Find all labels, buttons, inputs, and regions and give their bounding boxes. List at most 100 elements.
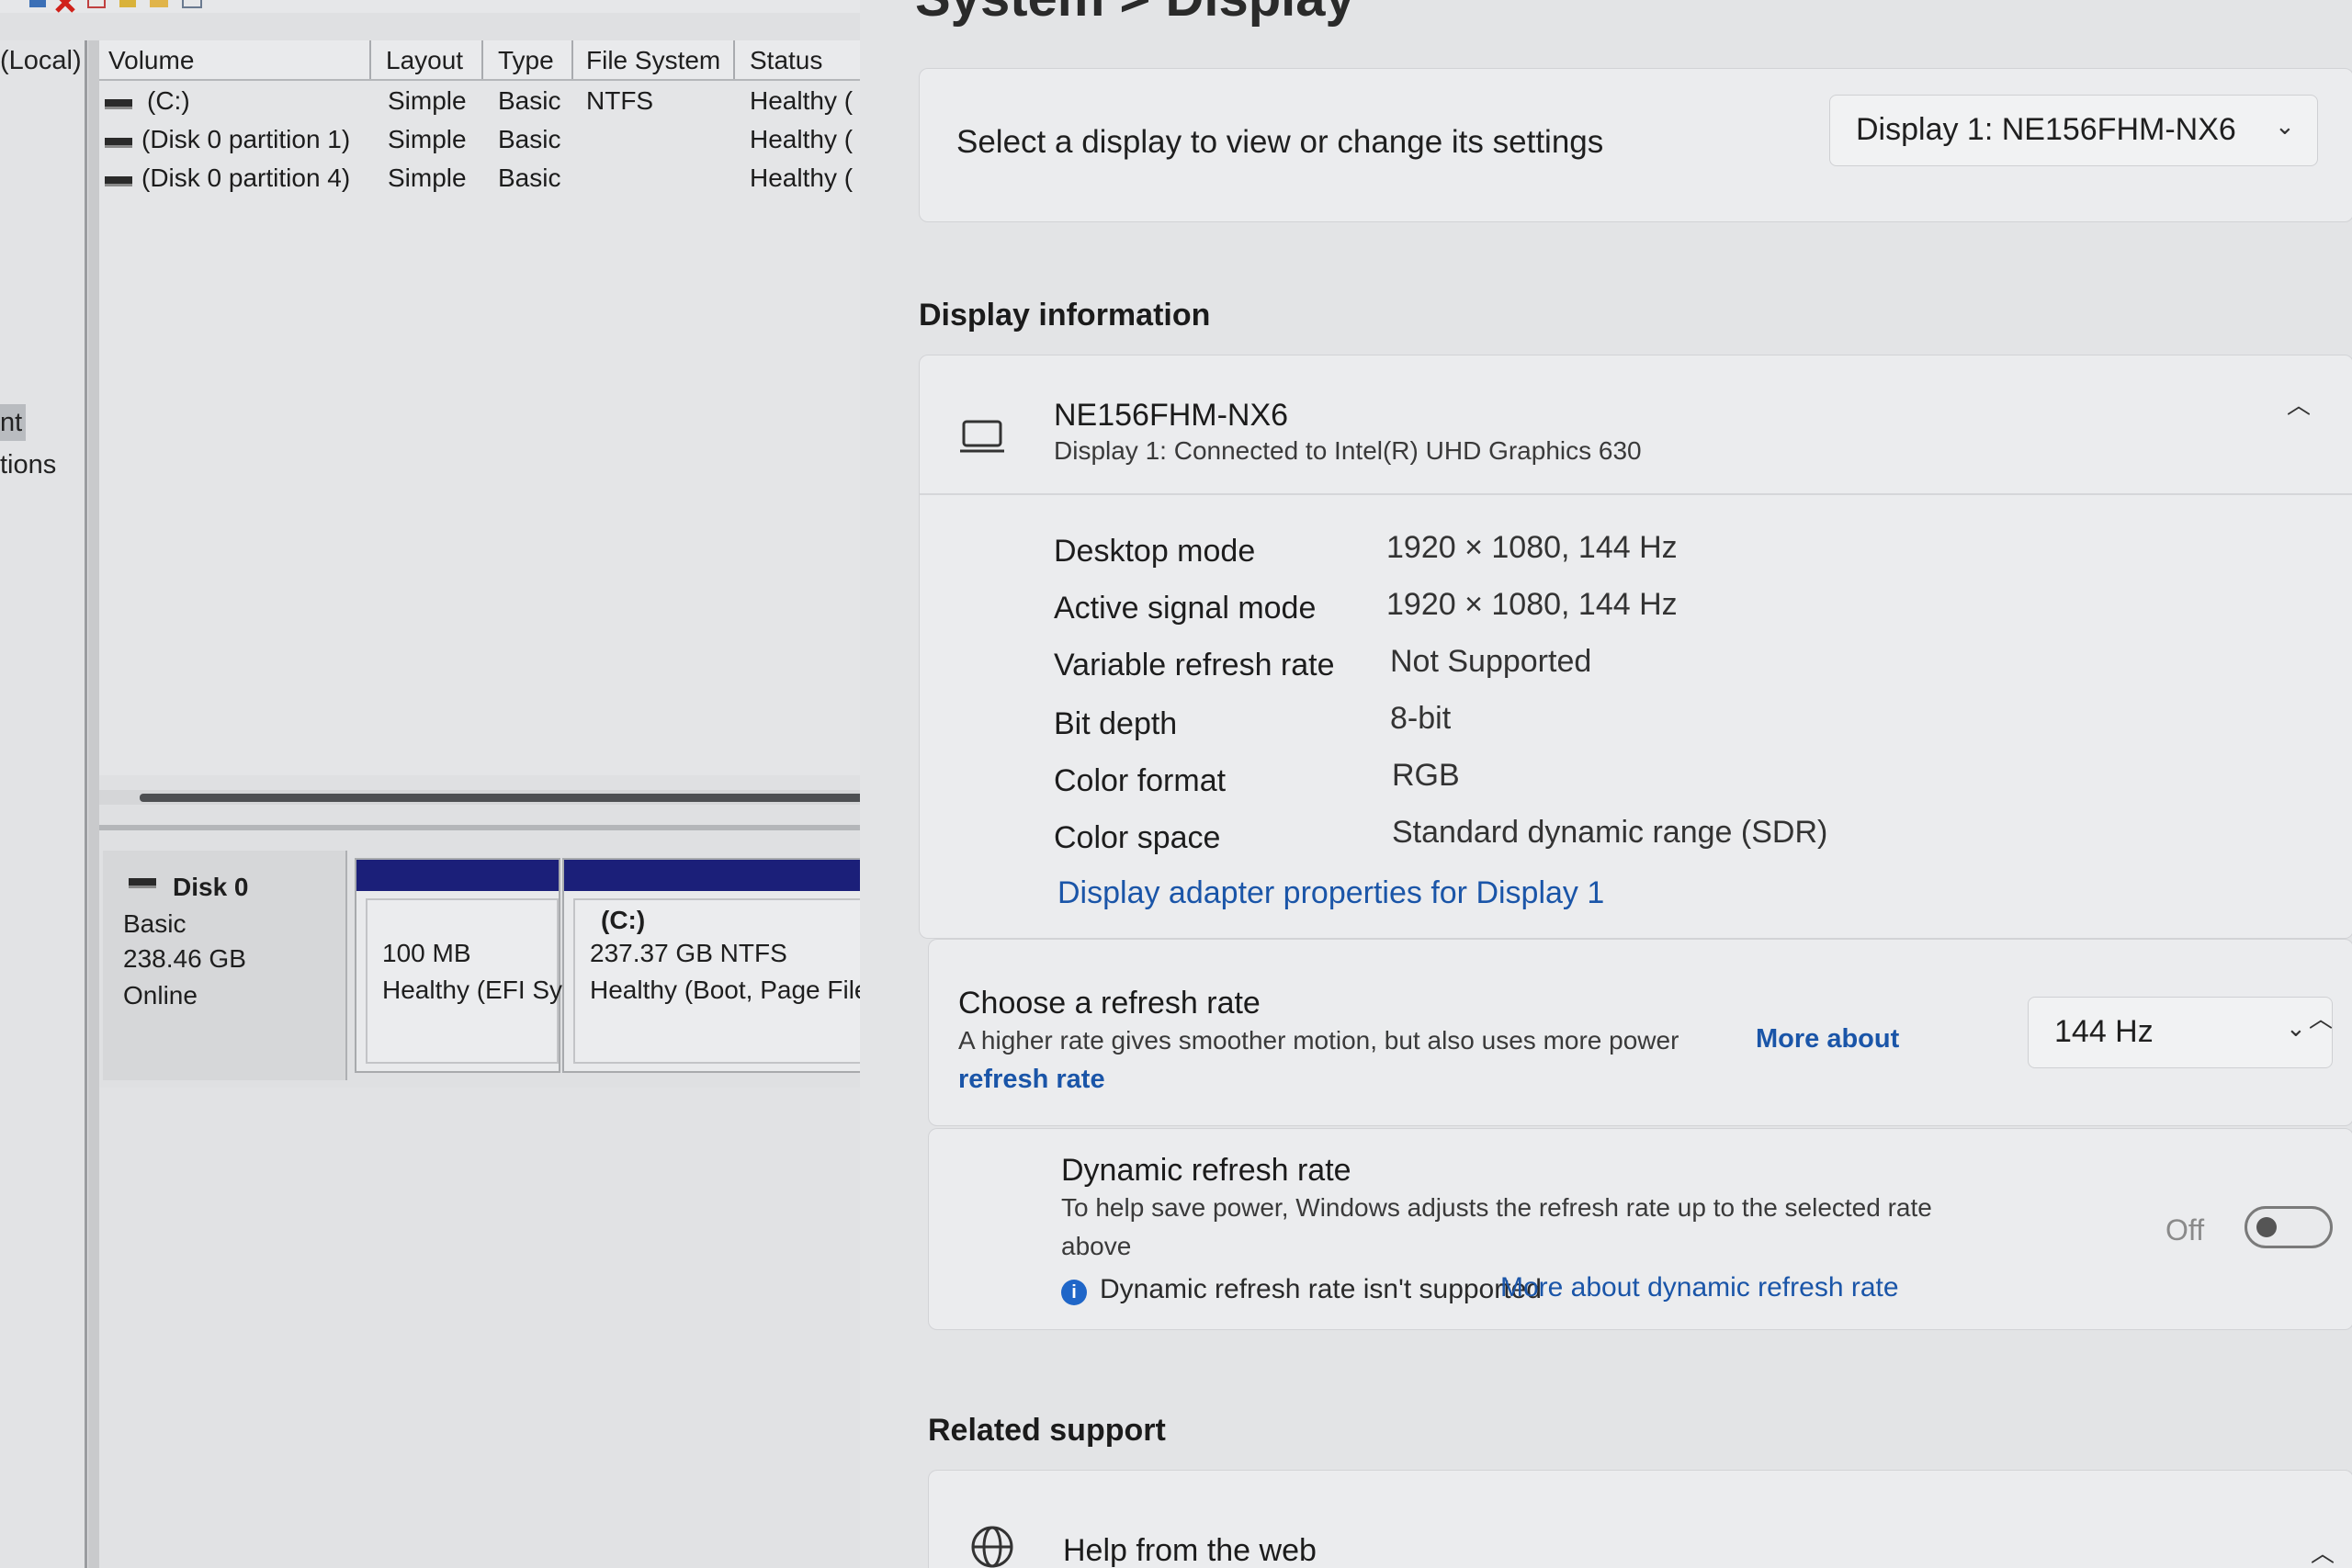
rescan-icon[interactable]	[116, 0, 140, 11]
console-tree: (Local) nt tions	[0, 40, 87, 1568]
dynamic-refresh-description: above	[1061, 1232, 1132, 1260]
refresh-rate-dropdown[interactable]: 144 Hz ⌄	[2028, 997, 2333, 1068]
dynamic-refresh-warning: Dynamic refresh rate isn't supported	[1100, 1274, 1542, 1304]
refresh-rate-value: 144 Hz	[2054, 1014, 2154, 1049]
pane-splitter[interactable]	[88, 40, 99, 1568]
spec-value: 1920 × 1080, 144 Hz	[1386, 530, 1678, 565]
tree-local-label[interactable]: (Local)	[0, 46, 82, 76]
spec-value: 8-bit	[1390, 701, 1452, 736]
table-row[interactable]: (Disk 0 partition 1) Simple Basic Health…	[99, 121, 864, 158]
volume-layout: Simple	[388, 164, 467, 192]
disk-type: Basic	[123, 909, 187, 938]
folder-icon[interactable]	[147, 0, 171, 11]
volume-layout: Simple	[388, 125, 467, 153]
check-disk-icon[interactable]	[85, 0, 108, 11]
disk-label-panel[interactable]: Disk 0 Basic 238.46 GB Online	[103, 851, 347, 1080]
chevron-up-icon[interactable]: ︿	[2287, 387, 2311, 421]
delete-icon[interactable]	[53, 0, 77, 13]
column-divider[interactable]	[733, 40, 735, 79]
monitor-connection: Display 1: Connected to Intel(R) UHD Gra…	[1054, 436, 1642, 465]
disk-graphical-view-empty	[99, 1088, 864, 1568]
volume-status: Healthy (	[750, 125, 854, 153]
spec-label: Bit depth	[1054, 706, 1178, 741]
select-display-label: Select a display to view or change its s…	[956, 124, 1604, 160]
properties-icon[interactable]	[26, 0, 50, 11]
display-information-card: NE156FHM-NX6 Display 1: Connected to Int…	[919, 355, 2352, 939]
page-title: System > Display	[915, 0, 1355, 28]
dynamic-refresh-card: Dynamic refresh rate To help save power,…	[928, 1128, 2352, 1330]
spec-value: Not Supported	[1390, 644, 1592, 679]
column-header-type[interactable]: Type	[498, 46, 554, 75]
column-divider[interactable]	[571, 40, 573, 79]
volume-name: (Disk 0 partition 1)	[141, 125, 351, 153]
disk-size: 238.46 GB	[123, 944, 246, 973]
partition-bar	[564, 860, 864, 891]
partition-label: (C:)	[601, 906, 646, 934]
display-adapter-properties-link[interactable]: Display adapter properties for Display 1	[1057, 875, 1604, 911]
scrollbar-thumb[interactable]	[140, 794, 864, 802]
pane-splitter[interactable]	[99, 825, 864, 830]
volume-file-system: NTFS	[586, 86, 654, 115]
refresh-rate-title: Choose a refresh rate	[958, 986, 1261, 1021]
partition-efi[interactable]: 100 MB Healthy (EFI Sy	[355, 858, 562, 1073]
spec-value: Standard dynamic range (SDR)	[1392, 815, 1828, 850]
globe-icon	[971, 1526, 1013, 1568]
select-display-card: Select a display to view or change its s…	[919, 68, 2352, 222]
display-select-value: Display 1: NE156FHM-NX6	[1856, 112, 2236, 147]
chevron-down-icon: ⌄	[2286, 1014, 2306, 1042]
monitor-name: NE156FHM-NX6	[1054, 398, 1289, 433]
help-from-web-label: Help from the web	[1063, 1533, 1317, 1568]
refresh-rate-description: A higher rate gives smoother motion, but…	[958, 1026, 1679, 1055]
toolbar	[0, 0, 864, 13]
volume-type: Basic	[498, 125, 561, 153]
column-header-status[interactable]: Status	[750, 46, 822, 75]
more-about-refresh-link[interactable]: More about	[1756, 1024, 1899, 1055]
volume-status: Healthy (	[750, 164, 854, 192]
horizontal-scrollbar[interactable]	[99, 790, 864, 805]
settings-icon[interactable]	[180, 0, 204, 11]
partition-size: 100 MB	[382, 939, 471, 967]
volume-name: (C:)	[147, 86, 190, 115]
refresh-rate-card: Choose a refresh rate A higher rate give…	[928, 939, 2352, 1126]
spec-label: Color format	[1054, 763, 1227, 798]
partition-status: Healthy (Boot, Page File	[590, 976, 864, 1004]
chevron-up-icon[interactable]: ︿	[2311, 1535, 2335, 1568]
column-header-volume[interactable]: Volume	[108, 46, 194, 75]
chevron-up-icon[interactable]: ︿	[2309, 1000, 2333, 1034]
volume-icon	[105, 138, 132, 148]
volume-name: (Disk 0 partition 4)	[141, 164, 351, 192]
dynamic-refresh-title: Dynamic refresh rate	[1061, 1153, 1351, 1188]
column-divider[interactable]	[369, 40, 371, 79]
toggle-state-label: Off	[2165, 1213, 2205, 1247]
column-header-layout[interactable]: Layout	[386, 46, 463, 75]
more-about-refresh-link[interactable]: refresh rate	[958, 1065, 1105, 1095]
spec-label: Desktop mode	[1054, 534, 1256, 569]
help-from-web-card[interactable]: Help from the web ︿	[928, 1470, 2352, 1568]
table-row[interactable]: (C:) Simple Basic NTFS Healthy (	[99, 83, 864, 119]
dynamic-refresh-description: To help save power, Windows adjusts the …	[1061, 1193, 1932, 1222]
partition-c[interactable]: (C:) 237.37 GB NTFS Healthy (Boot, Page …	[562, 858, 864, 1073]
settings-window: System > Display Select a display to vie…	[860, 0, 2352, 1568]
volume-list-header: Volume Layout Type File System Status	[99, 40, 864, 81]
display-info-header[interactable]: NE156FHM-NX6 Display 1: Connected to Int…	[920, 355, 2352, 495]
volume-icon	[105, 176, 132, 186]
dynamic-refresh-toggle[interactable]	[2245, 1206, 2333, 1248]
laptop-icon	[960, 420, 1004, 453]
table-row[interactable]: (Disk 0 partition 4) Simple Basic Health…	[99, 160, 864, 197]
disk-management-window: (Local) nt tions Volume Layout Type File…	[0, 0, 864, 1568]
column-header-file-system[interactable]: File System	[586, 46, 720, 75]
column-divider[interactable]	[481, 40, 483, 79]
partition-bar	[356, 860, 559, 891]
more-about-dynamic-refresh-link[interactable]: More about dynamic refresh rate	[1500, 1272, 1899, 1303]
spec-label: Color space	[1054, 820, 1221, 855]
disk-icon	[129, 878, 156, 888]
tree-item-partial[interactable]: nt	[0, 408, 22, 438]
spec-label: Variable refresh rate	[1054, 648, 1335, 682]
info-icon: i	[1061, 1280, 1087, 1305]
display-select-dropdown[interactable]: Display 1: NE156FHM-NX6 ⌄	[1829, 95, 2318, 166]
partition-size: 237.37 GB NTFS	[590, 939, 787, 967]
spec-value: 1920 × 1080, 144 Hz	[1386, 587, 1678, 622]
volume-layout: Simple	[388, 86, 467, 115]
volume-type: Basic	[498, 86, 561, 115]
tree-item-partial[interactable]: tions	[0, 450, 56, 480]
